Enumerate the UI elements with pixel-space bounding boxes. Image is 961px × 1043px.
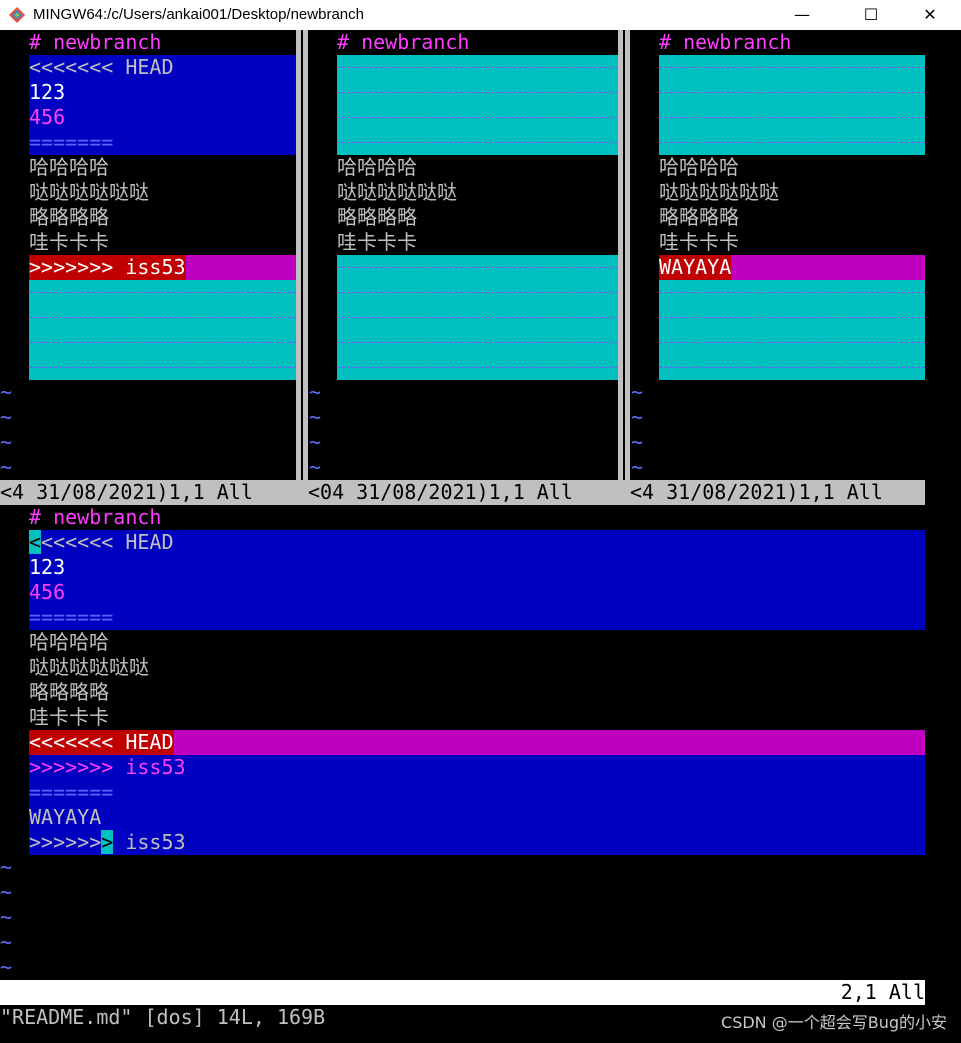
empty-line-tilde: ~ (309, 380, 322, 404)
statusline-position: 2,1 All (840, 980, 925, 1004)
filler-dash (29, 292, 296, 293)
empty-line-tilde: ~ (309, 430, 322, 454)
text-line: 哒哒哒哒哒哒 (29, 655, 149, 679)
window-status: <4 31/08/2021)1,1 All (630, 480, 925, 505)
text-line: 哈哈哈哈 (29, 155, 109, 179)
close-button[interactable]: ✕ (907, 0, 953, 30)
filler-block (29, 280, 296, 380)
filler-dash (337, 92, 618, 93)
file-heading: # newbranch (29, 505, 162, 529)
code-line: 123 (29, 80, 66, 104)
separator-marker: ======= (29, 780, 114, 804)
code-line: 456 (29, 580, 66, 604)
text-line: 哇卡卡卡 (659, 230, 739, 254)
maximize-button[interactable]: ☐ (848, 0, 894, 30)
filler-dash (659, 142, 925, 143)
filler-dash (29, 342, 296, 343)
command-message: "README.md" [dos] 14L, 169B (0, 1005, 326, 1029)
file-heading: # newbranch (337, 30, 470, 54)
empty-line-tilde: ~ (0, 455, 13, 479)
filler-dash (337, 317, 618, 318)
text-line: 哒哒哒哒哒哒 (659, 180, 779, 204)
marker-suffix: iss53 (113, 830, 186, 854)
filler-dash (337, 342, 618, 343)
filler-dash (337, 267, 618, 268)
code-line: 123 (29, 555, 66, 579)
head-marker: <<<<<<< HEAD (29, 55, 174, 79)
empty-line-tilde: ~ (0, 880, 13, 904)
empty-line-tilde: ~ (309, 455, 322, 479)
text-line: 哈哈哈哈 (659, 155, 739, 179)
csdn-watermark: CSDN @一个超会写Bug的小安 (721, 1013, 947, 1032)
separator-marker: ======= (29, 130, 114, 154)
empty-line-tilde: ~ (631, 405, 644, 429)
text-line: 哇卡卡卡 (337, 230, 417, 254)
empty-line-tilde: ~ (631, 455, 644, 479)
active-statusline: README.md [dos] (11:04 31/08/2021) 2,1 A… (0, 980, 925, 1029)
empty-line-tilde: ~ (0, 930, 13, 954)
code-line: WAYAYA (29, 805, 102, 829)
wayaya-line: WAYAYA (659, 255, 732, 280)
split-line (301, 30, 303, 480)
filler-dash (29, 367, 296, 368)
window-status: <4 31/08/2021)1,1 All (0, 480, 296, 505)
empty-line-tilde: ~ (309, 405, 322, 429)
filler-block (337, 55, 618, 155)
window-title: MINGW64:/c/Users/ankai001/Desktop/newbra… (33, 6, 364, 23)
empty-line-tilde: ~ (0, 905, 13, 929)
head-marker: <<<<<<< HEAD (29, 730, 174, 755)
text-line: 略略略略 (29, 680, 109, 704)
terminal-area[interactable]: # newbranch <<<<<<< HEAD 123 456 =======… (0, 30, 961, 1043)
filler-dash (659, 92, 925, 93)
filler-dash (337, 67, 618, 68)
filler-dash (337, 367, 618, 368)
split-line (623, 30, 625, 480)
filler-dash (659, 367, 925, 368)
window-titlebar: MINGW64:/c/Users/ankai001/Desktop/newbra… (0, 0, 961, 31)
filler-block (659, 55, 925, 155)
head-marker: <<<<<<< HEAD (29, 530, 174, 555)
text-line: 哒哒哒哒哒哒 (29, 180, 149, 204)
empty-line-tilde: ~ (0, 955, 13, 979)
iss-marker: >>>>>>> iss53 (29, 255, 186, 280)
text-line: 略略略略 (29, 205, 109, 229)
filler-dash (659, 342, 925, 343)
filler-dash (337, 117, 618, 118)
filler-dash (659, 67, 925, 68)
file-heading: # newbranch (659, 30, 792, 54)
empty-line-tilde: ~ (0, 380, 13, 404)
code-line: 456 (29, 105, 66, 129)
window-status: <04 31/08/2021)1,1 All (308, 480, 618, 505)
minimize-button[interactable]: — (779, 0, 825, 30)
empty-line-tilde: ~ (631, 430, 644, 454)
iss-marker: >>>>>>> iss53 (29, 830, 186, 855)
text-line: 略略略略 (659, 205, 739, 229)
iss-marker: >>>>>>> iss53 (29, 755, 186, 779)
text-line: 哈哈哈哈 (29, 630, 109, 654)
text-line: 哈哈哈哈 (337, 155, 417, 179)
filler-dash (659, 317, 925, 318)
filler-dash (337, 292, 618, 293)
separator-marker: ======= (29, 605, 114, 629)
git-bash-icon (9, 7, 25, 23)
text-line: 哇卡卡卡 (29, 705, 109, 729)
filler-dash (29, 317, 296, 318)
text-cursor: > (101, 830, 114, 854)
text-line: 哒哒哒哒哒哒 (337, 180, 457, 204)
text-line: 哇卡卡卡 (29, 230, 109, 254)
text-cursor: < (29, 530, 42, 554)
empty-line-tilde: ~ (0, 405, 13, 429)
empty-line-tilde: ~ (0, 855, 13, 879)
marker-prefix: >>>>>> (29, 830, 102, 854)
file-heading: # newbranch (29, 30, 162, 54)
text-line: 略略略略 (337, 205, 417, 229)
filler-block (659, 280, 925, 380)
head-marker-text: <<<<<< HEAD (41, 530, 174, 554)
filler-dash (659, 292, 925, 293)
filler-dash (659, 117, 925, 118)
empty-line-tilde: ~ (0, 430, 13, 454)
filler-dash (337, 142, 618, 143)
empty-line-tilde: ~ (631, 380, 644, 404)
